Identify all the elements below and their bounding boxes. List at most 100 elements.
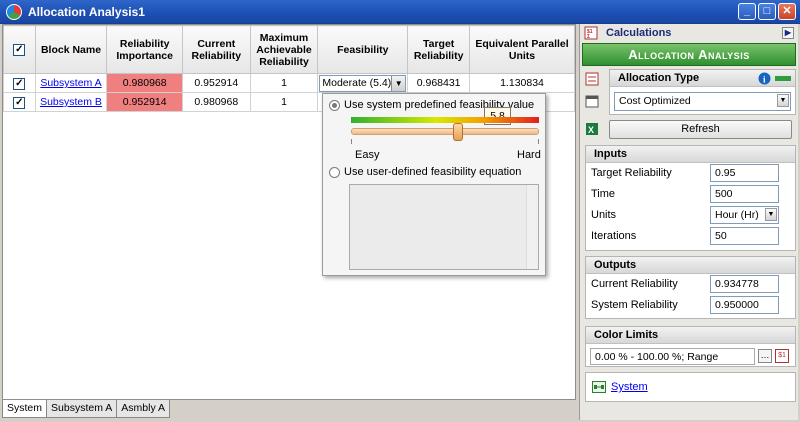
- header-equivalent-parallel-units[interactable]: Equivalent Parallel Units: [469, 25, 575, 74]
- minimize-button[interactable]: _: [738, 3, 756, 20]
- sheet-tabs: System Subsystem A Asmbly A: [2, 400, 171, 418]
- user-defined-radio[interactable]: [329, 166, 340, 178]
- color-scale-icon[interactable]: $1: [775, 349, 789, 363]
- refresh-button[interactable]: Refresh: [609, 120, 792, 139]
- units-row: Units Hour (Hr) ▼: [586, 205, 795, 226]
- feasibility-equation-box[interactable]: [349, 184, 539, 270]
- close-button[interactable]: ✕: [778, 3, 796, 20]
- calendar-icon[interactable]: [585, 94, 599, 108]
- iterations-input[interactable]: 50: [710, 227, 779, 245]
- feasibility-dropdown[interactable]: Moderate (5.4) ▼: [319, 74, 407, 92]
- equation-scrollbar[interactable]: [526, 185, 538, 269]
- color-limits-value[interactable]: 0.00 % - 100.00 %; Range: [590, 348, 755, 365]
- allocation-analysis-banner: Allocation Analysis: [582, 43, 796, 66]
- inputs-section: Inputs Target Reliability 0.95 Time 500 Un…: [585, 145, 796, 251]
- table-row: ✓ Subsystem A 0.980968 0.952914 1 Modera…: [3, 73, 575, 93]
- outputs-section: Outputs Current Reliability 0.934778 Syst…: [585, 256, 796, 319]
- tab-system[interactable]: System: [2, 400, 48, 418]
- feasibility-value: Moderate (5.4): [322, 77, 392, 89]
- chevron-down-icon[interactable]: ▼: [765, 208, 777, 221]
- slider-ticks: [351, 139, 539, 144]
- chevron-right-icon[interactable]: ▶: [782, 27, 794, 39]
- time-input[interactable]: 500: [710, 185, 779, 203]
- more-options-icon[interactable]: …: [758, 349, 772, 363]
- system-reliability-output: 0.950000: [710, 296, 779, 314]
- allocation-type-value: Cost Optimized: [619, 95, 691, 107]
- calculations-title: Calculations: [606, 27, 672, 39]
- select-all-header[interactable]: ✓: [3, 25, 36, 74]
- excel-icon[interactable]: X: [585, 122, 599, 136]
- header-reliability-importance[interactable]: Reliability Importance: [106, 25, 183, 74]
- header-current-reliability[interactable]: Current Reliability: [182, 25, 251, 74]
- color-limits-section: Color Limits 0.00 % - 100.00 %; Range … …: [585, 326, 796, 367]
- svg-text:Σ: Σ: [587, 34, 590, 40]
- target-reliability-row: Target Reliability 0.95: [586, 163, 795, 184]
- maximize-button[interactable]: □: [758, 3, 776, 20]
- predefined-radio[interactable]: [329, 99, 340, 111]
- hard-label: Hard: [517, 149, 541, 161]
- allocation-type-select[interactable]: Cost Optimized ▼: [614, 92, 791, 111]
- max-reliability-cell: 1: [249, 73, 319, 93]
- header-feasibility[interactable]: Feasibility: [317, 25, 409, 74]
- iterations-row: Iterations 50: [586, 226, 795, 247]
- window-title: Allocation Analysis1: [28, 4, 145, 19]
- system-reliability-label: System Reliability: [591, 299, 678, 311]
- calculations-header[interactable]: $1 Σ Calculations ▶: [580, 24, 798, 42]
- window-title-bar: Allocation Analysis1 _ □ ✕: [0, 0, 800, 24]
- current-reliability-label: Current Reliability: [591, 278, 678, 290]
- header-block-name[interactable]: Block Name: [34, 25, 108, 74]
- units-value: Hour (Hr): [715, 209, 759, 221]
- row-checkbox[interactable]: ✓: [13, 77, 26, 90]
- max-reliability-cell: 1: [249, 92, 319, 112]
- allocation-type-section: Allocation Type i Cost Optimized ▼: [609, 69, 796, 115]
- target-reliability-input[interactable]: 0.95: [710, 164, 779, 182]
- svg-text:X: X: [588, 125, 594, 135]
- header-max-achievable[interactable]: Maximum Achievable Reliability: [249, 25, 319, 74]
- current-reliability-cell: 0.980968: [182, 92, 251, 112]
- system-link-section: System: [585, 372, 796, 402]
- system-link[interactable]: System: [611, 381, 648, 393]
- iterations-label: Iterations: [591, 230, 637, 242]
- info-icon[interactable]: i: [758, 72, 771, 85]
- row-checkbox[interactable]: ✓: [13, 96, 26, 109]
- block-link[interactable]: Subsystem A: [40, 77, 101, 89]
- importance-cell: 0.952914: [106, 92, 183, 112]
- chevron-down-icon[interactable]: ▼: [777, 94, 789, 107]
- feasibility-gradient-bar: [351, 117, 539, 123]
- block-link[interactable]: Subsystem B: [40, 96, 102, 108]
- equivalent-parallel-cell: 1.130834: [469, 73, 575, 93]
- collapse-bar-icon[interactable]: [775, 76, 791, 81]
- calculator-icon: $1Σ: [584, 26, 598, 40]
- units-label: Units: [591, 209, 617, 221]
- color-limits-header: Color Limits: [586, 327, 795, 344]
- row-checkbox-cell[interactable]: ✓: [3, 92, 36, 112]
- diagram-icon: [592, 381, 606, 393]
- current-reliability-row: Current Reliability 0.934778: [586, 274, 795, 295]
- outputs-header: Outputs: [586, 257, 795, 274]
- importance-cell: 0.980968: [106, 73, 183, 93]
- feasibility-slider-track[interactable]: [351, 128, 539, 135]
- feasibility-popup: Use system predefined feasibility value …: [322, 93, 546, 276]
- target-reliability-label: Target Reliability: [591, 167, 672, 179]
- inputs-header: Inputs: [586, 146, 795, 163]
- time-row: Time 500: [586, 184, 795, 205]
- select-all-checkbox[interactable]: ✓: [13, 44, 26, 56]
- time-label: Time: [591, 188, 616, 200]
- current-reliability-cell: 0.952914: [182, 73, 251, 93]
- easy-label: Easy: [355, 149, 380, 161]
- control-panel: $1 Σ Calculations ▶ Allocation Analysis X…: [579, 24, 798, 420]
- app-icon: [6, 3, 22, 20]
- system-reliability-row: System Reliability 0.950000: [586, 295, 795, 316]
- current-reliability-output: 0.934778: [710, 275, 779, 293]
- tab-asmbly-a[interactable]: Asmbly A: [116, 400, 171, 418]
- calculate-icon[interactable]: [585, 72, 599, 86]
- user-defined-feasibility-option[interactable]: Use user-defined feasibility equation: [329, 166, 521, 178]
- row-checkbox-cell[interactable]: ✓: [3, 73, 36, 93]
- units-select[interactable]: Hour (Hr) ▼: [710, 206, 779, 224]
- feasibility-cell[interactable]: Moderate (5.4) ▼: [317, 73, 409, 93]
- target-reliability-cell: 0.968431: [407, 73, 470, 93]
- chevron-down-icon[interactable]: ▼: [391, 75, 406, 91]
- header-target-reliability[interactable]: Target Reliability: [407, 25, 470, 74]
- user-defined-label: Use user-defined feasibility equation: [344, 166, 522, 178]
- tab-subsystem-a[interactable]: Subsystem A: [46, 400, 118, 418]
